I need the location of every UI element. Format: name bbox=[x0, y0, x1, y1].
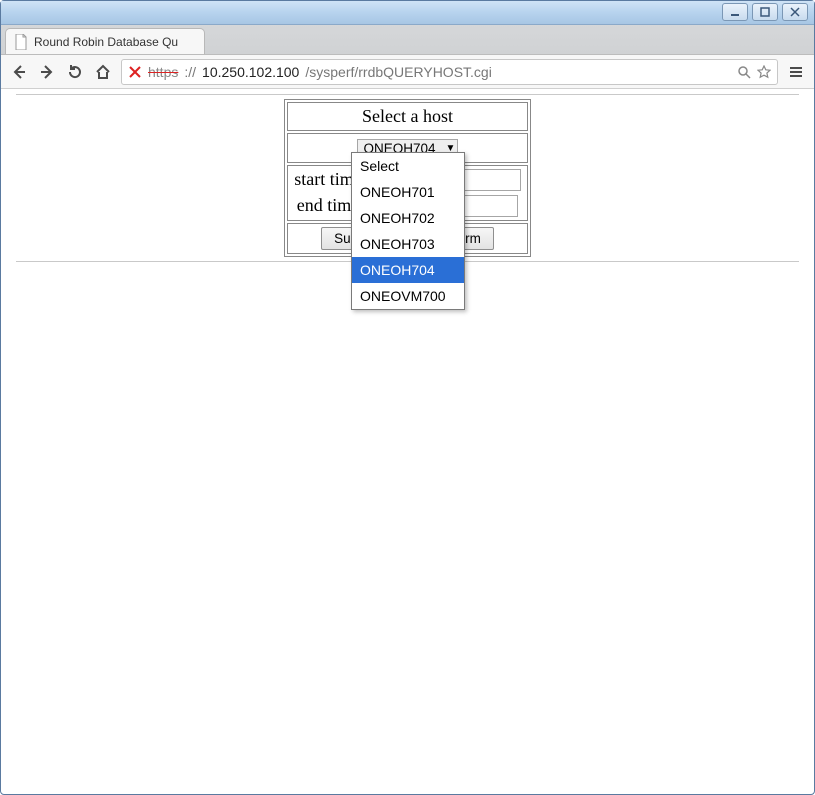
nav-forward-button[interactable] bbox=[37, 62, 57, 82]
form-header: Select a host bbox=[287, 102, 527, 131]
url-path: /sysperf/rrdbQUERYHOST.cgi bbox=[305, 64, 491, 80]
arrow-left-icon bbox=[11, 64, 27, 80]
window-maximize-button[interactable] bbox=[752, 3, 778, 21]
window-minimize-button[interactable] bbox=[722, 3, 748, 21]
host-option[interactable]: ONEOH702 bbox=[352, 205, 464, 231]
page-icon bbox=[14, 34, 28, 50]
tab-title: Round Robin Database Qu bbox=[34, 35, 178, 49]
host-option[interactable]: Select bbox=[352, 153, 464, 179]
tabstrip: Round Robin Database Qu bbox=[1, 25, 814, 55]
nav-home-button[interactable] bbox=[93, 62, 113, 82]
host-option[interactable]: ONEOH703 bbox=[352, 231, 464, 257]
nav-back-button[interactable] bbox=[9, 62, 29, 82]
maximize-icon bbox=[760, 7, 770, 17]
browser-tab[interactable]: Round Robin Database Qu bbox=[5, 28, 205, 54]
minimize-icon bbox=[730, 7, 740, 17]
divider bbox=[16, 94, 799, 95]
url-sep1: :// bbox=[184, 64, 196, 80]
reload-icon bbox=[67, 64, 83, 80]
insecure-icon bbox=[128, 65, 142, 79]
browser-menu-button[interactable] bbox=[786, 62, 806, 82]
window-close-button[interactable] bbox=[782, 3, 808, 21]
nav-reload-button[interactable] bbox=[65, 62, 85, 82]
arrow-right-icon bbox=[39, 64, 55, 80]
host-option[interactable]: ONEOVM700 bbox=[352, 283, 464, 309]
url-host: 10.250.102.100 bbox=[202, 64, 299, 80]
browser-toolbar: https :// 10.250.102.100 /sysperf/rrdbQU… bbox=[1, 55, 814, 89]
home-icon bbox=[95, 64, 111, 80]
star-icon[interactable] bbox=[757, 65, 771, 79]
window-titlebar bbox=[1, 1, 814, 25]
address-bar[interactable]: https :// 10.250.102.100 /sysperf/rrdbQU… bbox=[121, 59, 778, 85]
host-select-listbox[interactable]: Select ONEOH701 ONEOH702 ONEOH703 ONEOH7… bbox=[351, 152, 465, 310]
zoom-icon[interactable] bbox=[737, 65, 751, 79]
host-option-selected[interactable]: ONEOH704 bbox=[352, 257, 464, 283]
url-protocol: https bbox=[148, 64, 178, 80]
menu-icon bbox=[788, 64, 804, 80]
host-option[interactable]: ONEOH701 bbox=[352, 179, 464, 205]
page-viewport: Select a host ONEOH704 ▼ start time: end… bbox=[2, 90, 813, 793]
browser-window: Round Robin Database Qu https :// 10.250… bbox=[0, 0, 815, 795]
close-icon bbox=[790, 7, 800, 17]
